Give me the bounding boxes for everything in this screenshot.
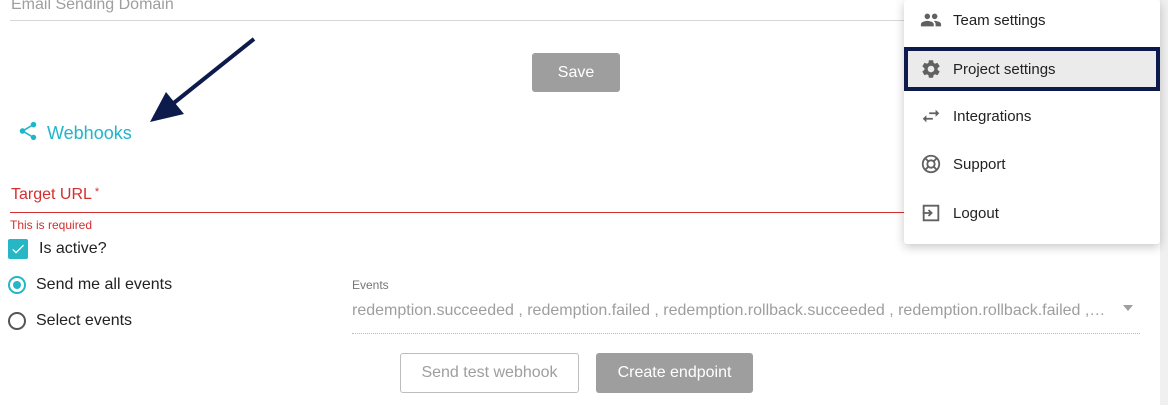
events-select[interactable]: redemption.succeeded , redemption.failed… [352, 302, 1117, 320]
target-url-label-text: Target URL [11, 186, 92, 203]
page-scroll-strip [1160, 0, 1168, 405]
menu-item-label: Team settings [953, 11, 1046, 29]
events-label: Events [352, 278, 389, 292]
send-test-webhook-button[interactable]: Send test webhook [400, 353, 579, 393]
is-active-checkbox[interactable] [8, 239, 28, 259]
check-icon [12, 244, 24, 254]
save-button[interactable]: Save [532, 53, 620, 92]
required-mark: * [94, 186, 100, 198]
menu-item-integrations[interactable]: Integrations [904, 95, 1160, 137]
radio-select-events[interactable]: Select events [8, 312, 132, 330]
menu-item-team-settings[interactable]: Team settings [904, 0, 1160, 41]
create-endpoint-button[interactable]: Create endpoint [596, 353, 753, 393]
menu-item-project-settings[interactable]: Project settings [904, 47, 1160, 91]
menu-item-label: Support [953, 155, 1006, 173]
radio-button-unchecked[interactable] [8, 312, 26, 330]
is-active-label: Is active? [39, 240, 107, 257]
menu-item-label: Logout [953, 204, 999, 222]
radio-select-label: Select events [36, 312, 133, 329]
gear-icon [920, 58, 942, 80]
radio-button-checked[interactable] [8, 276, 26, 294]
email-domain-label: Email Sending Domain [11, 0, 174, 13]
dropdown-arrow-icon[interactable] [1123, 305, 1133, 311]
people-icon [920, 9, 942, 31]
target-url-error: This is required [10, 218, 93, 232]
menu-item-label: Integrations [953, 107, 1032, 125]
lifebuoy-icon [920, 153, 942, 175]
logout-icon [920, 202, 942, 224]
menu-item-support[interactable]: Support [904, 143, 1160, 185]
webhooks-section-header: Webhooks [17, 120, 132, 147]
menu-item-logout[interactable]: Logout [904, 192, 1160, 234]
target-url-label: Target URL * [11, 186, 99, 204]
account-dropdown-menu: Team settings Project settings Integrati… [904, 0, 1160, 244]
radio-send-all-events[interactable]: Send me all events [8, 276, 172, 294]
share-icon [17, 120, 39, 147]
is-active-checkbox-row[interactable]: Is active? [8, 239, 107, 259]
events-underline [352, 333, 1140, 334]
swap-arrows-icon [920, 105, 942, 127]
webhooks-title: Webhooks [47, 123, 132, 143]
annotation-arrow-icon [150, 37, 256, 122]
menu-item-label: Project settings [953, 60, 1056, 78]
radio-send-all-label: Send me all events [36, 276, 173, 293]
